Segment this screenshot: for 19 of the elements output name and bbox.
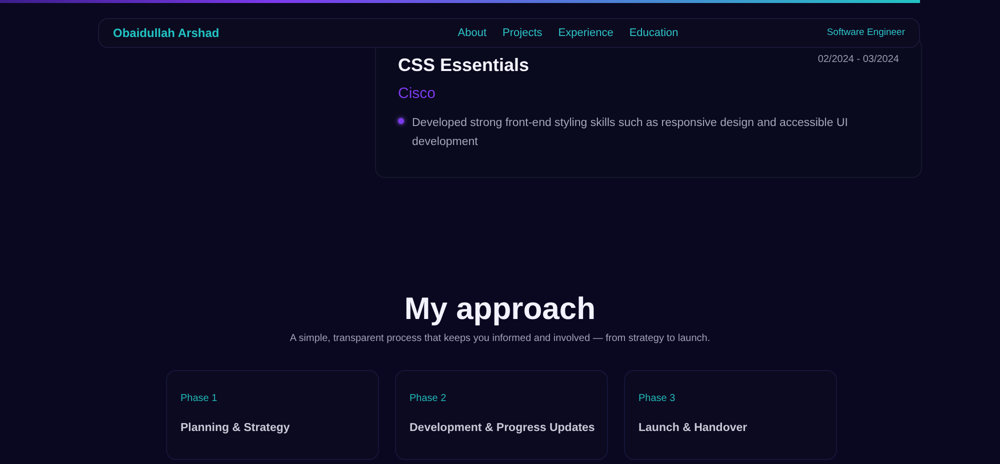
section-title: My approach: [404, 290, 596, 328]
role-label: Software Engineer: [826, 26, 905, 40]
issuer-name: Cisco: [398, 84, 437, 104]
section-subtitle: A simple, transparent process that keeps you informed and involved — from strategy to launch.: [288, 332, 712, 346]
phase-title: Planning & Strategy: [180, 421, 291, 436]
nav-link[interactable]: Projects: [502, 24, 542, 42]
phase-label: Phase 1: [180, 392, 218, 406]
brand-name[interactable]: Obaidullah Arshad: [113, 24, 220, 42]
phase-title: Launch & Handover: [638, 421, 748, 436]
bullet-icon: [398, 118, 404, 124]
phase-label: Phase 3: [638, 392, 676, 406]
date-range: 02/2024 - 03/2024: [818, 53, 899, 67]
nav-link[interactable]: Experience: [558, 24, 614, 42]
nav-link[interactable]: About: [458, 24, 487, 42]
nav-link[interactable]: Education: [629, 24, 678, 42]
certificate-title: CSS Essentials: [398, 54, 530, 77]
phase-label: Phase 2: [410, 392, 448, 406]
phase-title: Development & Progress Updates: [410, 421, 592, 436]
bullet-text: Developed strong front-end styling skills such as responsive design and accessible UI development: [412, 116, 849, 150]
